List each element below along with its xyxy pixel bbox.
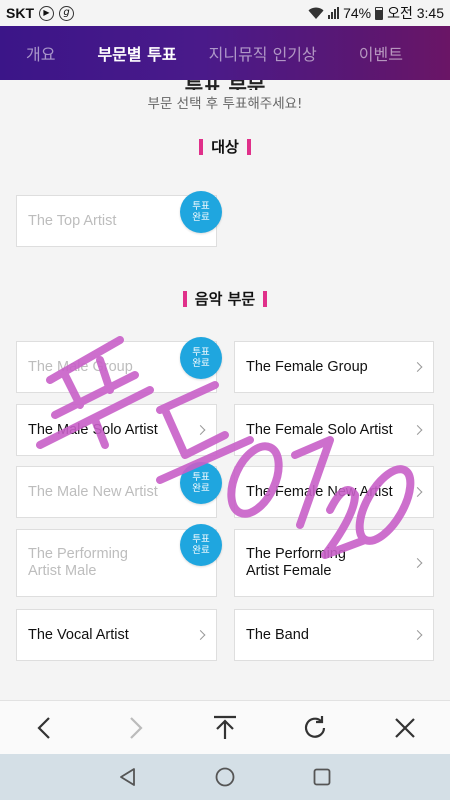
tab-event[interactable]: 이벤트 (329, 41, 415, 65)
category-card-female-solo[interactable]: The Female Solo Artist (234, 404, 434, 456)
category-label: The Male Group (28, 358, 133, 375)
page-title: 투표 부문 (0, 80, 450, 90)
category-label: The Top Artist (28, 212, 117, 229)
category-card-band[interactable]: The Band (234, 609, 434, 661)
category-label: The Female Group (246, 358, 368, 375)
forward-icon[interactable] (115, 708, 155, 748)
clock: 오전 3:45 (387, 5, 444, 21)
tab-overview[interactable]: 개요 (0, 41, 77, 65)
chevron-right-icon (412, 630, 423, 640)
back-icon[interactable] (25, 708, 65, 748)
tab-bar: 개요 부문별 투표 지니뮤직 인기상 이벤트 (0, 26, 450, 80)
signal-icon (328, 7, 340, 19)
carrier-label: SKT (6, 5, 34, 21)
category-label: The Male New Artist (28, 483, 158, 500)
vote-complete-badge: 투표 완료 (180, 337, 222, 379)
category-card-male-solo[interactable]: The Male Solo Artist (16, 404, 217, 456)
category-card-female-group[interactable]: The Female Group (234, 341, 434, 393)
music-section-heading: 음악 부문 (0, 288, 450, 309)
category-label: The Female New Artist (246, 483, 393, 500)
chevron-right-icon (412, 487, 423, 497)
system-nav-bar (0, 754, 450, 800)
category-card-female-new[interactable]: The Female New Artist (234, 466, 434, 518)
battery-icon (375, 6, 384, 20)
tab-genie-popularity[interactable]: 지니뮤직 인기상 (197, 41, 329, 65)
accent-bar (263, 290, 268, 307)
category-label: The Vocal Artist (28, 626, 129, 643)
vote-content: 투표 부문 부문 선택 후 투표해주세요! 대상 The Top Artist … (0, 80, 450, 700)
refresh-icon[interactable] (295, 708, 335, 748)
scroll-top-icon[interactable] (205, 708, 245, 748)
vote-complete-badge: 투표 완료 (180, 191, 222, 233)
chevron-right-icon (412, 558, 423, 568)
tab-category-vote[interactable]: 부문별 투표 (77, 41, 196, 65)
category-label: The Band (246, 626, 309, 643)
category-label: The Female Solo Artist (246, 421, 393, 438)
g-circle-icon: g (59, 5, 74, 21)
chevron-right-icon (195, 425, 206, 435)
vote-complete-badge: 투표 완료 (180, 524, 222, 566)
status-bar: SKT ▶ g 74% 오전 3:45 (0, 0, 450, 26)
category-label: The Male Solo Artist (28, 421, 158, 438)
accent-bar (182, 290, 187, 307)
chevron-right-icon (412, 425, 423, 435)
category-label: The Performing Artist Male (28, 546, 128, 579)
accent-bar (246, 138, 251, 155)
home-circle-icon[interactable] (210, 762, 240, 792)
play-circle-icon: ▶ (39, 5, 54, 21)
category-label: The Performing Artist Female (246, 546, 346, 579)
page-subtitle: 부문 선택 후 투표해주세요! (147, 96, 303, 112)
music-section-title: 음악 부문 (194, 290, 256, 308)
vote-complete-badge: 투표 완료 (180, 462, 222, 504)
back-triangle-icon[interactable] (113, 762, 143, 792)
grand-prize-title: 대상 (211, 138, 239, 156)
close-icon[interactable] (385, 708, 425, 748)
chevron-right-icon (195, 630, 206, 640)
accent-bar (199, 138, 204, 155)
wifi-icon (308, 7, 324, 19)
category-card-vocal[interactable]: The Vocal Artist (16, 609, 217, 661)
chevron-right-icon (412, 362, 423, 372)
recents-square-icon[interactable] (307, 762, 337, 792)
battery-percent: 74% (343, 5, 372, 21)
browser-toolbar (0, 700, 450, 754)
grand-prize-heading: 대상 (0, 136, 450, 157)
category-card-performing-female[interactable]: The Performing Artist Female (234, 529, 434, 597)
